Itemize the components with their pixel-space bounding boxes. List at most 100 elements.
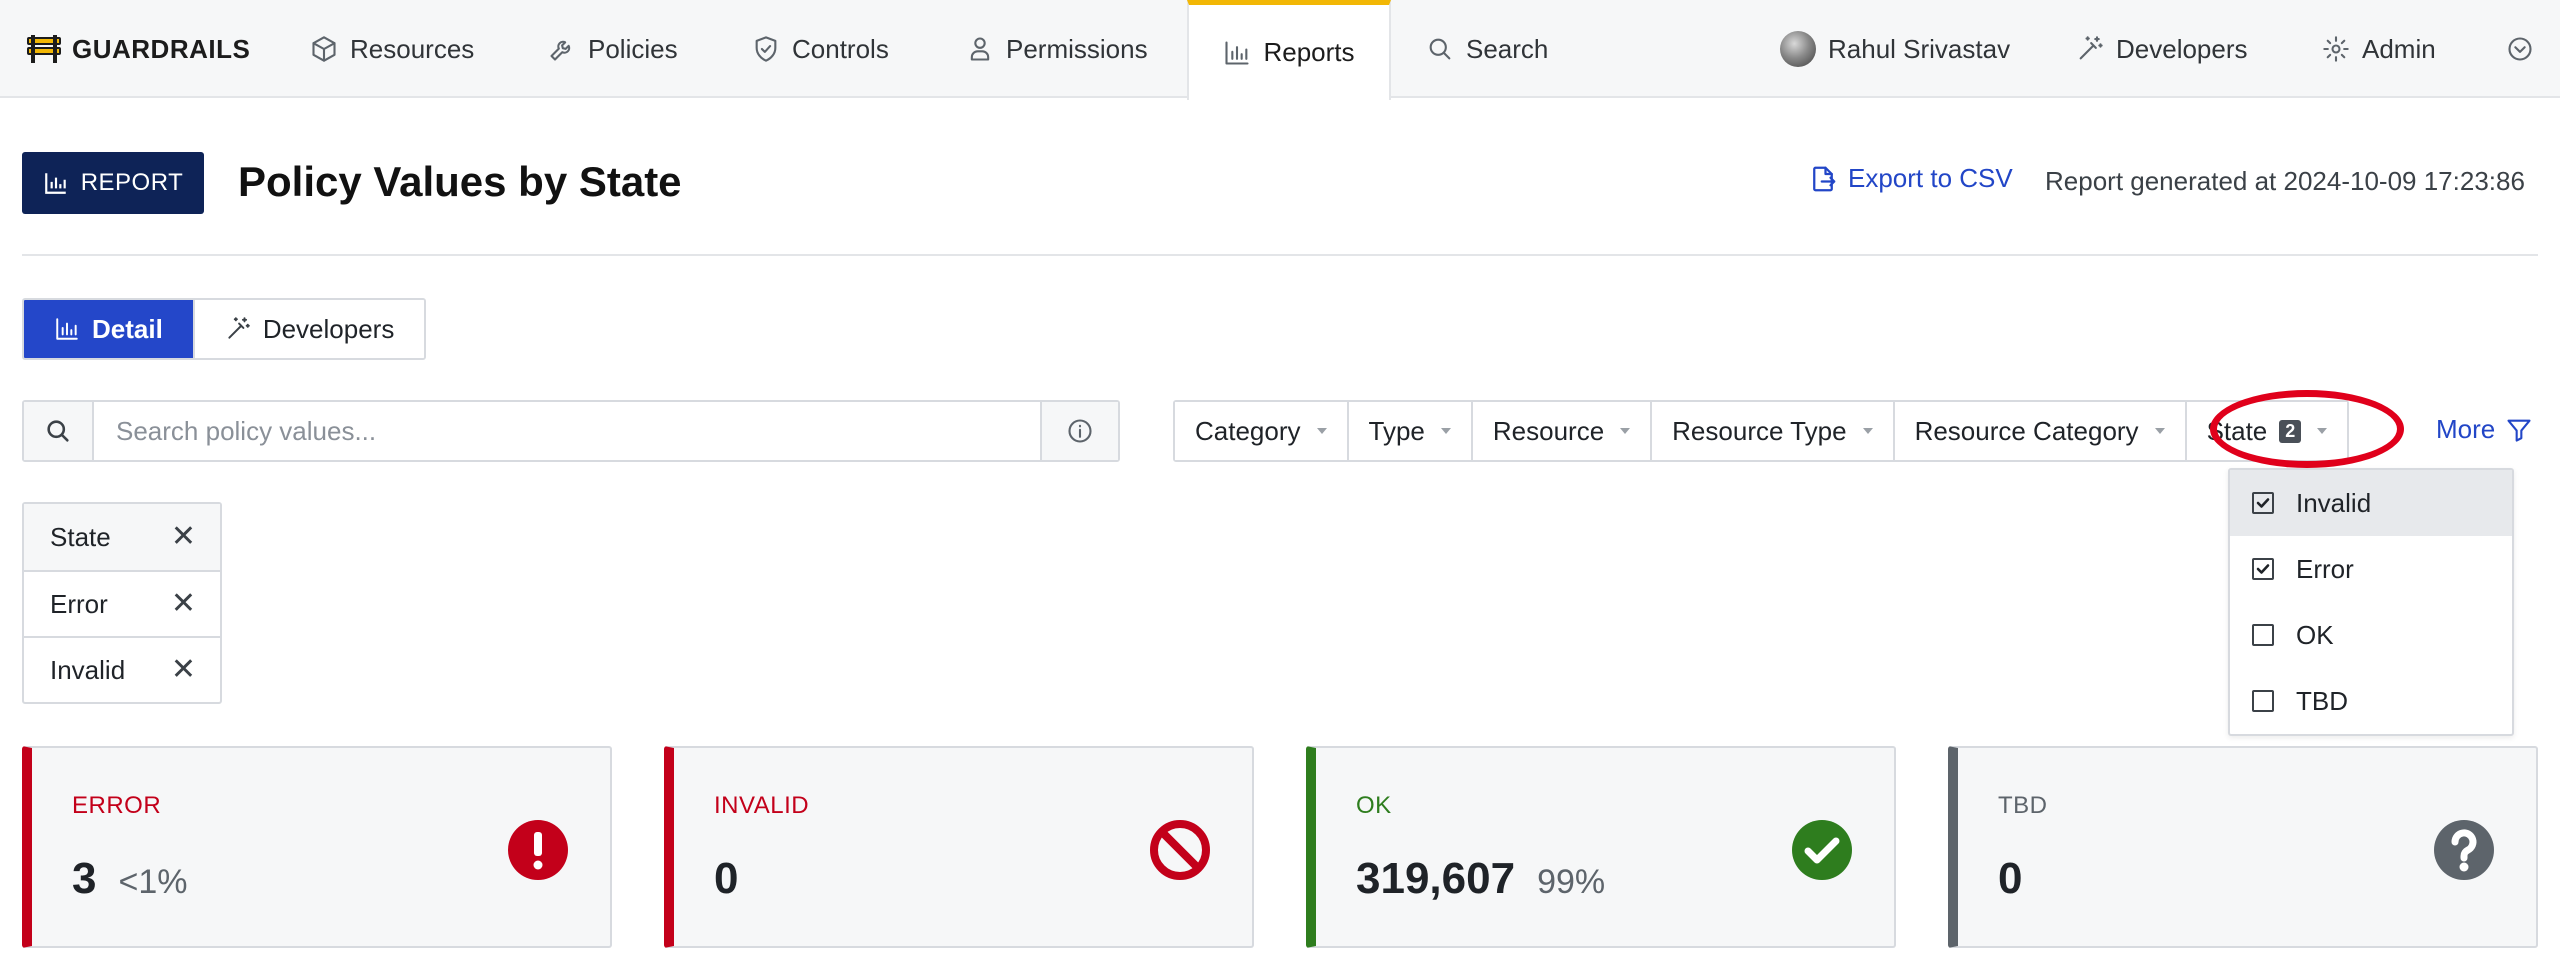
nav-item-label: Admin [2362, 33, 2436, 64]
close-icon[interactable]: ✕ [171, 589, 196, 619]
summary-card-count: 3 [72, 854, 97, 903]
active-filter-chip-error: Error ✕ [24, 570, 220, 636]
summary-card-value-row: 3 <1% [72, 854, 187, 904]
filter-category[interactable]: Category [1175, 402, 1349, 460]
filter-count-badge: 2 [2279, 419, 2302, 443]
file-export-icon [1813, 166, 1836, 191]
dropdown-option-label: Invalid [2296, 487, 2372, 518]
checkbox-checked[interactable] [2252, 558, 2274, 580]
summary-card-ok[interactable]: OK 319,607 99% [1306, 746, 1896, 948]
more-filters-label: More [2436, 414, 2496, 444]
checkbox-checked[interactable] [2252, 492, 2274, 514]
tab-label: Detail [92, 313, 163, 344]
filter-bar: Category Type Resource Resource Type Res… [1173, 400, 2350, 462]
filter-state[interactable]: State 2 [2186, 402, 2348, 460]
brand-name: GUARDRAILS [72, 33, 251, 64]
magic-wand-icon [228, 317, 250, 339]
tab-detail[interactable]: Detail [24, 300, 193, 358]
nav-item-admin[interactable]: Admin [2322, 0, 2436, 98]
close-icon[interactable]: ✕ [171, 522, 196, 552]
nav-item-reports[interactable]: Reports [1187, 0, 1391, 100]
dropdown-option-invalid[interactable]: Invalid [2230, 470, 2512, 536]
nav-item-label: Search [1466, 33, 1549, 64]
cube-icon [312, 36, 336, 62]
brand[interactable]: GUARDRAILS [26, 29, 250, 69]
search-info-button[interactable] [1040, 402, 1118, 460]
filter-type[interactable]: Type [1348, 402, 1473, 460]
ban-icon [1150, 820, 1210, 880]
active-filters: State ✕ Error ✕ Invalid ✕ [22, 502, 222, 704]
bar-chart-icon [56, 318, 78, 340]
dropdown-option-label: OK [2296, 619, 2334, 650]
state-filter-dropdown: Invalid Error OK TBD [2228, 468, 2514, 736]
search-input[interactable] [94, 402, 1040, 460]
gear-icon [2323, 36, 2349, 62]
dropdown-option-label: TBD [2296, 685, 2348, 716]
nav-overflow-menu[interactable] [2506, 0, 2534, 98]
filter-resource-category[interactable]: Resource Category [1894, 402, 2187, 460]
summary-card-value-row: 0 [1998, 854, 2022, 904]
summary-card-tbd[interactable]: TBD 0 [1948, 746, 2538, 948]
summary-card-invalid[interactable]: INVALID 0 [664, 746, 1254, 948]
check-icon [2256, 498, 2270, 508]
check-circle-icon [1792, 820, 1852, 880]
report-generated-timestamp: Report generated at 2024-10-09 17:23:86 [2045, 166, 2525, 196]
tab-developers[interactable]: Developers [192, 300, 425, 358]
summary-card-percent: 99% [1537, 863, 1606, 901]
nav-item-developers[interactable]: Developers [2076, 0, 2248, 98]
nav-item-label: Resources [350, 33, 475, 64]
summary-card-error[interactable]: ERROR 3 <1% [22, 746, 612, 948]
dropdown-option-label: Error [2296, 553, 2354, 584]
dropdown-option-error[interactable]: Error [2230, 536, 2512, 602]
nav-item-resources[interactable]: Resources [310, 0, 474, 98]
info-icon [1068, 419, 1092, 443]
active-filter-chip-label: Error [50, 588, 108, 619]
dropdown-option-tbd[interactable]: TBD [2230, 668, 2512, 734]
dropdown-option-ok[interactable]: OK [2230, 602, 2512, 668]
nav-item-label: Developers [2116, 33, 2248, 64]
checkbox-unchecked[interactable] [2252, 690, 2274, 712]
caret-down-icon [1316, 428, 1327, 434]
nav-item-permissions[interactable]: Permissions [966, 0, 1148, 98]
active-filter-group-state: State ✕ [24, 504, 220, 570]
user-menu[interactable]: Rahul Srivastav [1780, 0, 2010, 98]
close-icon[interactable]: ✕ [171, 655, 196, 685]
summary-card-label: ERROR [72, 792, 162, 819]
summary-card-value-row: 319,607 99% [1356, 854, 1605, 904]
search-icon [47, 420, 69, 442]
wrench-icon [550, 40, 571, 61]
guardrails-logo-icon [27, 35, 61, 63]
search-button[interactable] [24, 402, 94, 460]
filter-label: Category [1195, 415, 1301, 446]
bar-chart-icon [44, 173, 66, 194]
filter-resource-type[interactable]: Resource Type [1652, 402, 1895, 460]
caret-down-icon [2317, 428, 2328, 434]
magic-wand-icon [2079, 36, 2103, 60]
export-csv-link[interactable]: Export to CSV [1808, 163, 2013, 194]
view-tabs: Detail Developers [22, 298, 427, 360]
nav-item-search[interactable]: Search [1426, 0, 1548, 98]
check-icon [2256, 564, 2270, 574]
user-name: Rahul Srivastav [1828, 33, 2011, 64]
active-filter-chip-invalid: Invalid ✕ [24, 636, 220, 702]
question-circle-icon [2434, 820, 2494, 880]
bar-chart-icon [1225, 40, 1250, 65]
exclamation-circle-icon [508, 820, 568, 880]
caret-down-icon [1620, 428, 1631, 434]
nav-item-label: Reports [1263, 37, 1355, 67]
caret-down-icon [2154, 428, 2165, 434]
summary-card-label: TBD [1998, 792, 2048, 819]
page-title: Policy Values by State [238, 158, 682, 205]
summary-card-count: 319,607 [1356, 854, 1516, 903]
report-badge: REPORT [22, 152, 204, 214]
top-navigation: GUARDRAILS Resources Policies Controls P… [0, 0, 2560, 100]
filter-resource[interactable]: Resource [1472, 402, 1653, 460]
nav-item-controls[interactable]: Controls [752, 0, 889, 98]
filter-label: State [2206, 415, 2268, 446]
checkbox-unchecked[interactable] [2252, 624, 2274, 646]
caret-down-icon [1440, 428, 1451, 434]
header-divider [22, 254, 2538, 256]
filter-icon [2507, 419, 2531, 442]
more-filters-button[interactable]: More [2436, 414, 2533, 445]
nav-item-policies[interactable]: Policies [548, 0, 678, 98]
